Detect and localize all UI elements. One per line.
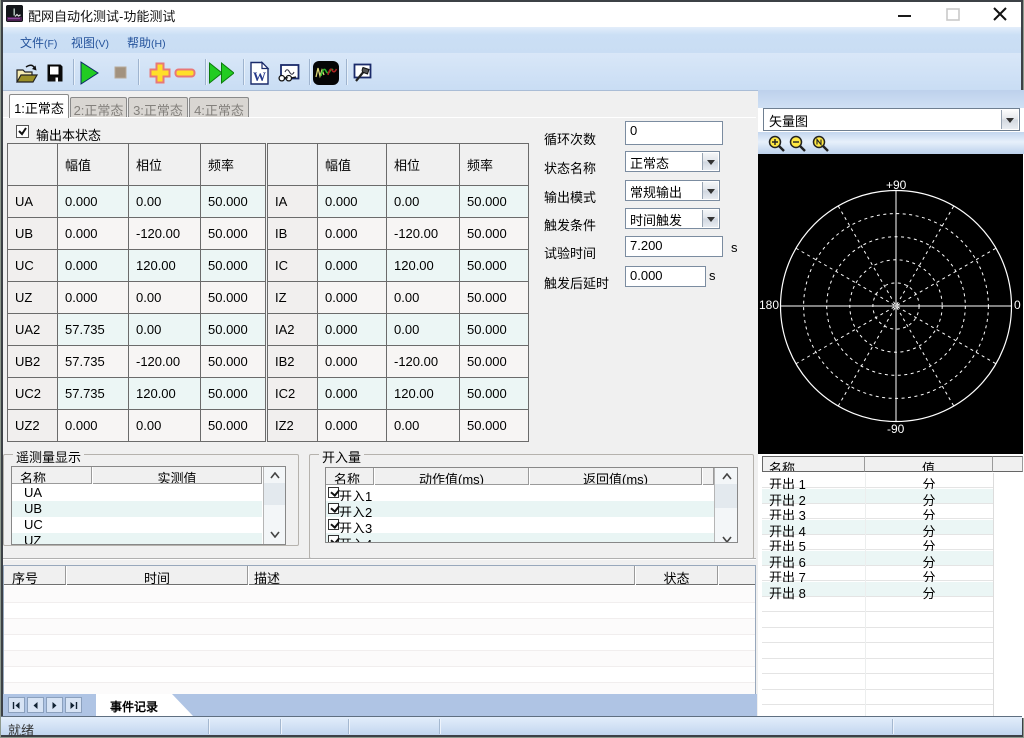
svg-text:-90: -90: [887, 422, 905, 436]
svg-text:+90: +90: [886, 178, 907, 192]
svg-text:0: 0: [1014, 298, 1021, 312]
svg-text:180: 180: [759, 298, 779, 312]
svg-text:W: W: [253, 69, 266, 84]
